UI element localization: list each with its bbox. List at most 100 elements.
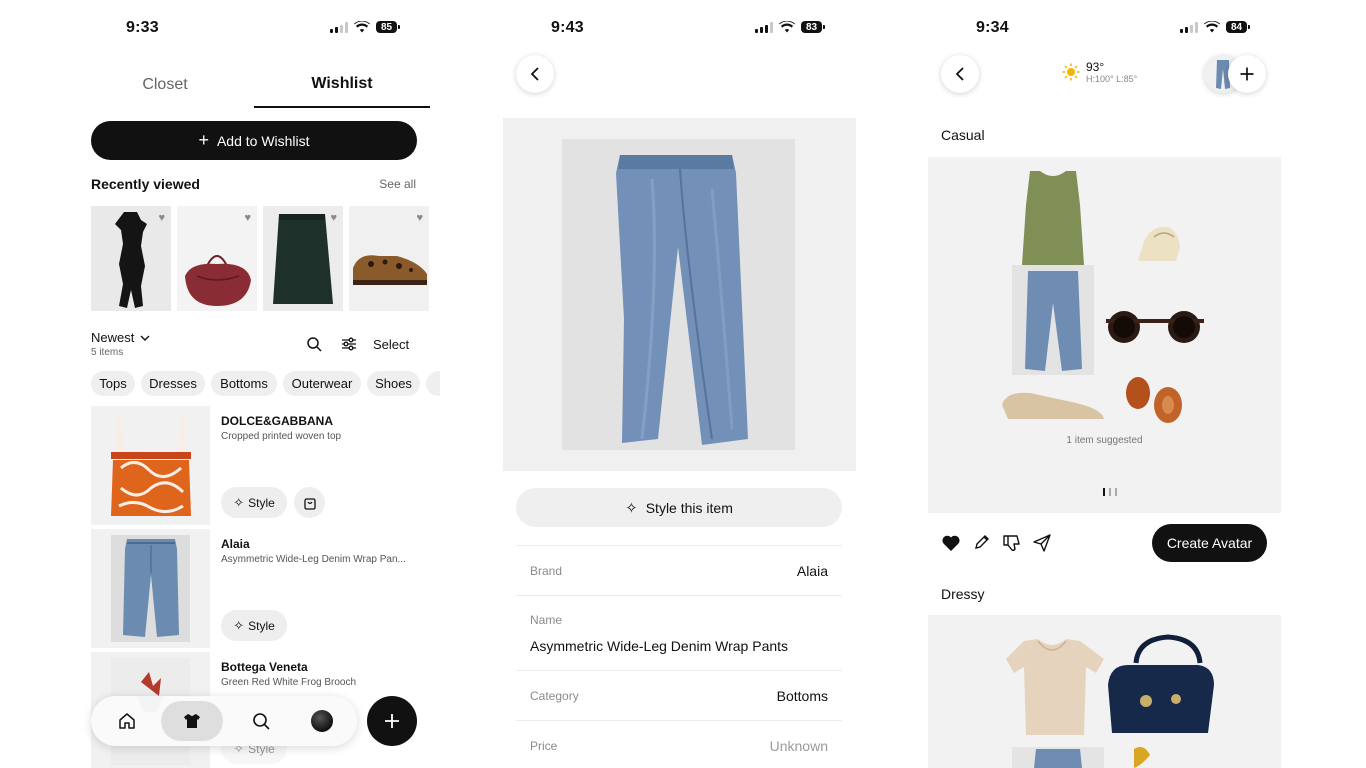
detail-row-price: Price Unknown (516, 720, 842, 768)
chip-bottoms[interactable]: Bottoms (211, 371, 277, 396)
status-time: 9:34 (976, 19, 1009, 36)
name-value[interactable]: Asymmetric Wide-Leg Denim Wrap Pants (530, 638, 788, 654)
add-outfit-button[interactable] (1228, 55, 1266, 93)
heart-icon[interactable]: ♥ (158, 212, 165, 224)
add-to-wishlist-label: Add to Wishlist (216, 132, 310, 149)
chevron-down-icon (140, 335, 150, 341)
chip-more[interactable] (426, 371, 440, 396)
suggested-count: 1 item suggested (1066, 435, 1143, 446)
section-title-casual: Casual (941, 127, 985, 143)
item-detail-screen: 9:43 83 ✧ Style this item Brand Alaia Na… (503, 0, 856, 768)
create-avatar-button[interactable]: Create Avatar (1152, 524, 1267, 562)
send-icon[interactable] (1032, 533, 1052, 553)
weather-temp: 93° (1086, 60, 1105, 74)
select-button[interactable]: Select (373, 337, 409, 352)
price-label: Price (530, 739, 558, 753)
heart-icon[interactable]: ♥ (244, 212, 251, 224)
wifi-icon (779, 21, 795, 33)
tab-wishlist[interactable]: Wishlist (254, 62, 430, 108)
see-all-link[interactable]: See all (379, 177, 416, 191)
closet-tab[interactable] (161, 701, 223, 741)
price-value[interactable]: Unknown (770, 738, 828, 754)
heart-icon[interactable] (941, 533, 961, 553)
heart-icon[interactable]: ♥ (330, 212, 337, 224)
casual-outfit-collage (1002, 171, 1204, 423)
weather-range: H:100° L:85° (1086, 74, 1138, 84)
dressy-outfit-card[interactable] (928, 615, 1281, 768)
item-image-alaia-pants[interactable] (91, 529, 210, 648)
style-this-item-button[interactable]: ✧ Style this item (516, 488, 842, 527)
battery-icon: 84 (1226, 21, 1250, 33)
recent-item-sneaker[interactable]: ♥ (349, 206, 429, 311)
category-label: Category (530, 689, 579, 703)
search-icon[interactable] (306, 336, 322, 352)
category-value[interactable]: Bottoms (777, 688, 828, 704)
signal-icon (330, 21, 348, 33)
shopping-bag-icon (303, 497, 316, 510)
status-icons: 83 (755, 21, 825, 33)
status-icons: 85 (330, 21, 400, 33)
signal-icon (755, 21, 773, 33)
plus-icon: + (198, 130, 209, 150)
edit-pencil-icon[interactable] (973, 533, 991, 551)
back-button[interactable] (516, 55, 554, 93)
chip-dresses[interactable]: Dresses (141, 371, 205, 396)
outfit-suggestions-screen: 9:34 84 93° H:100° L:85° Casual 1 item s… (928, 0, 1281, 768)
signal-icon (1180, 21, 1198, 33)
item-brand: Alaia (221, 537, 250, 551)
recent-item-bag[interactable]: ♥ (177, 206, 257, 311)
sort-dropdown[interactable]: Newest (91, 330, 150, 345)
wifi-icon (354, 21, 370, 33)
style-button[interactable]: ✧ Style (221, 610, 287, 641)
status-icons: 84 (1180, 21, 1250, 33)
item-image-dg-top[interactable] (91, 406, 210, 525)
filter-icon[interactable] (341, 336, 357, 352)
battery-icon: 85 (376, 21, 400, 33)
heart-icon[interactable]: ♥ (416, 212, 423, 224)
plus-icon (385, 714, 399, 728)
chip-shoes[interactable]: Shoes (367, 371, 420, 396)
wifi-icon (1204, 21, 1220, 33)
style-this-item-label: Style this item (645, 499, 733, 516)
wishlist-screen: 9:33 85 Closet Wishlist + Add to Wishlis… (80, 0, 440, 768)
recently-viewed-title: Recently viewed (91, 176, 200, 192)
avatar (311, 710, 333, 732)
add-to-wishlist-button[interactable]: + Add to Wishlist (91, 121, 417, 160)
item-description: Asymmetric Wide-Leg Denim Wrap Pan... (221, 554, 406, 565)
dressy-outfit-collage (1006, 634, 1214, 768)
profile-tab[interactable] (298, 701, 346, 741)
detail-row-category: Category Bottoms (516, 670, 842, 720)
chip-outerwear[interactable]: Outerwear (283, 371, 361, 396)
recent-item-dress[interactable]: ♥ (91, 206, 171, 311)
recent-item-skirt[interactable]: ♥ (263, 206, 343, 311)
shopping-bag-button[interactable] (294, 487, 325, 518)
item-brand: Bottega Veneta (221, 660, 308, 674)
back-button[interactable] (941, 55, 979, 93)
item-description: Green Red White Frog Brooch (221, 677, 357, 688)
shirt-icon (184, 714, 200, 728)
item-brand: DOLCE&GABBANA (221, 414, 333, 428)
search-tab[interactable] (237, 701, 285, 741)
add-item-button[interactable] (367, 696, 417, 746)
status-time: 9:43 (551, 19, 584, 36)
brand-value[interactable]: Alaia (797, 563, 828, 579)
sparkle-icon: ✧ (233, 494, 245, 510)
chip-tops[interactable]: Tops (91, 371, 135, 396)
sparkle-icon: ✧ (625, 499, 638, 517)
thumbs-down-icon[interactable] (1002, 533, 1022, 553)
search-icon (253, 713, 270, 730)
style-button[interactable]: ✧ Style (221, 487, 287, 518)
sparkle-icon: ✧ (233, 617, 245, 633)
detail-row-brand: Brand Alaia (516, 545, 842, 595)
brand-label: Brand (530, 564, 563, 578)
home-icon (119, 713, 135, 729)
casual-outfit-card[interactable]: 1 item suggested (928, 157, 1281, 513)
home-tab[interactable] (103, 701, 151, 741)
item-photo (562, 139, 795, 450)
item-count: 5 items (91, 347, 124, 358)
tab-closet[interactable]: Closet (80, 62, 250, 108)
plus-icon (1240, 67, 1254, 81)
weather-widget: 93° H:100° L:85° (1062, 60, 1137, 84)
item-image-panel (503, 118, 856, 471)
chevron-left-icon (530, 67, 539, 81)
